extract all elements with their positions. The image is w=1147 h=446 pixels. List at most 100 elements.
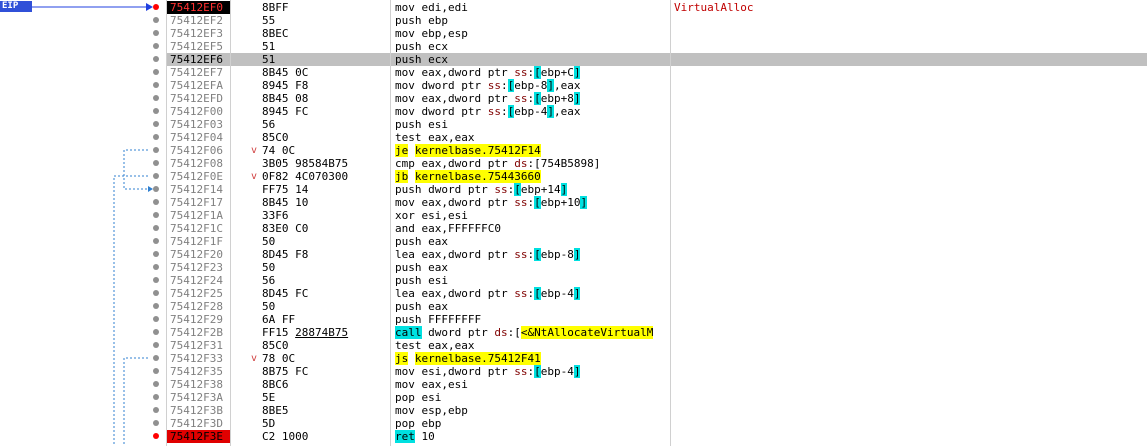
- instruction-row[interactable]: 75412F1F 50 push eax: [0, 235, 1147, 248]
- instruction-row[interactable]: 75412EFA 8945 F8 mov dword ptr ss:[ebp-8],…: [0, 79, 1147, 92]
- breakpoint-slot-icon[interactable]: [153, 251, 159, 257]
- instruction-bytes: 85C0: [262, 131, 289, 144]
- instruction-row[interactable]: 75412F08 3B05 98584B75 cmp eax,dword ptr d…: [0, 157, 1147, 170]
- instruction-text: push FFFFFFFF: [395, 313, 482, 326]
- instruction-text: mov esp,ebp: [395, 404, 468, 417]
- instruction-row[interactable]: 75412F28 50 push eax: [0, 300, 1147, 313]
- breakpoint-slot-icon[interactable]: [153, 134, 159, 140]
- breakpoint-slot-icon[interactable]: [153, 264, 159, 270]
- instruction-address: 75412F3D: [170, 417, 223, 430]
- instruction-text: ret 10: [395, 430, 435, 443]
- disassembly-view[interactable]: EIP 75412EF0 8BFF mov edi,edi 75412EF2 55 pus…: [0, 0, 1147, 446]
- breakpoint-slot-icon[interactable]: [153, 108, 159, 114]
- instruction-bytes: 55: [262, 14, 276, 27]
- breakpoint-slot-icon[interactable]: [153, 407, 159, 413]
- breakpoint-slot-icon[interactable]: [153, 186, 159, 192]
- instruction-row[interactable]: 75412F24 56 push esi: [0, 274, 1147, 287]
- instruction-row[interactable]: 75412F14 FF75 14 push dword ptr ss:[ebp+14…: [0, 183, 1147, 196]
- instruction-row[interactable]: 75412F31 85C0 test eax,eax: [0, 339, 1147, 352]
- instruction-row[interactable]: 75412F1C 83E0 C0 and eax,FFFFFFC0: [0, 222, 1147, 235]
- instruction-address: 75412EF0: [167, 1, 230, 14]
- breakpoint-slot-icon[interactable]: [153, 82, 159, 88]
- breakpoint-icon[interactable]: [153, 433, 159, 439]
- instruction-address: 75412F35: [170, 365, 223, 378]
- instruction-text: mov ebp,esp: [395, 27, 468, 40]
- breakpoint-slot-icon[interactable]: [153, 212, 159, 218]
- breakpoint-slot-icon[interactable]: [153, 420, 159, 426]
- instruction-row[interactable]: 75412F35 8B75 FC mov esi,dword ptr ss:[ebp…: [0, 365, 1147, 378]
- instruction-row[interactable]: 75412F3A 5E pop esi: [0, 391, 1147, 404]
- instruction-row[interactable]: 75412F06 v 74 0C je kernelbase.75412F14: [0, 144, 1147, 157]
- breakpoint-slot-icon[interactable]: [153, 225, 159, 231]
- instruction-row[interactable]: 75412F33 v 78 0C js kernelbase.75412F41: [0, 352, 1147, 365]
- instruction-address: 75412EF2: [170, 14, 223, 27]
- instruction-row[interactable]: 75412EF5 51 push ecx: [0, 40, 1147, 53]
- instruction-row[interactable]: 75412EF3 8BEC mov ebp,esp: [0, 27, 1147, 40]
- instruction-row[interactable]: 75412F00 8945 FC mov dword ptr ss:[ebp-4],…: [0, 105, 1147, 118]
- instruction-row[interactable]: 75412EFD 8B45 08 mov eax,dword ptr ss:[ebp…: [0, 92, 1147, 105]
- instruction-bytes: 56: [262, 274, 276, 287]
- instruction-row[interactable]: 75412F3D 5D pop ebp: [0, 417, 1147, 430]
- breakpoint-slot-icon[interactable]: [153, 160, 159, 166]
- instruction-row[interactable]: 75412F25 8D45 FC lea eax,dword ptr ss:[ebp…: [0, 287, 1147, 300]
- breakpoint-slot-icon[interactable]: [153, 199, 159, 205]
- instruction-row[interactable]: 75412F29 6A FF push FFFFFFFF: [0, 313, 1147, 326]
- instruction-row[interactable]: 75412F3B 8BE5 mov esp,ebp: [0, 404, 1147, 417]
- instruction-text: and eax,FFFFFFC0: [395, 222, 501, 235]
- breakpoint-slot-icon[interactable]: [153, 303, 159, 309]
- instruction-bytes: FF15 28874B75: [262, 326, 349, 339]
- instruction-text: mov dword ptr ss:[ebp-4],eax: [395, 105, 581, 118]
- instruction-text: cmp eax,dword ptr ds:[754B5898]: [395, 157, 601, 170]
- instruction-text: mov edi,edi: [395, 1, 468, 14]
- breakpoint-icon[interactable]: [153, 4, 159, 10]
- breakpoint-slot-icon[interactable]: [153, 147, 159, 153]
- instruction-bytes: 0F82 4C070300: [262, 170, 349, 183]
- breakpoint-slot-icon[interactable]: [153, 121, 159, 127]
- instruction-row[interactable]: 75412F1A 33F6 xor esi,esi: [0, 209, 1147, 222]
- instruction-address: 75412F20: [170, 248, 223, 261]
- breakpoint-slot-icon[interactable]: [153, 329, 159, 335]
- breakpoint-slot-icon[interactable]: [153, 355, 159, 361]
- instruction-text: push ecx: [395, 40, 448, 53]
- instruction-row[interactable]: 75412F04 85C0 test eax,eax: [0, 131, 1147, 144]
- instruction-row[interactable]: 75412F38 8BC6 mov eax,esi: [0, 378, 1147, 391]
- instruction-address: 75412F00: [170, 105, 223, 118]
- breakpoint-slot-icon[interactable]: [153, 342, 159, 348]
- breakpoint-slot-icon[interactable]: [153, 17, 159, 23]
- instruction-text: push esi: [395, 274, 448, 287]
- instruction-address: 75412F17: [170, 196, 223, 209]
- instruction-text: push ebp: [395, 14, 448, 27]
- instruction-address: 75412EF3: [170, 27, 223, 40]
- instruction-row[interactable]: 75412F3E C2 1000 ret 10: [0, 430, 1147, 443]
- instruction-text: je kernelbase.75412F14: [395, 144, 541, 157]
- instruction-row[interactable]: 75412EF0 8BFF mov edi,edi: [0, 1, 1147, 14]
- breakpoint-slot-icon[interactable]: [153, 394, 159, 400]
- breakpoint-slot-icon[interactable]: [153, 316, 159, 322]
- breakpoint-slot-icon[interactable]: [153, 69, 159, 75]
- breakpoint-slot-icon[interactable]: [153, 238, 159, 244]
- instruction-bytes: 8B75 FC: [262, 365, 309, 378]
- instruction-row[interactable]: 75412EF2 55 push ebp: [0, 14, 1147, 27]
- instruction-row[interactable]: 75412F20 8D45 F8 lea eax,dword ptr ss:[ebp…: [0, 248, 1147, 261]
- breakpoint-slot-icon[interactable]: [153, 368, 159, 374]
- instruction-row[interactable]: 75412F0E v 0F82 4C070300 jb kernelbase.7544…: [0, 170, 1147, 183]
- breakpoint-slot-icon[interactable]: [153, 290, 159, 296]
- breakpoint-slot-icon[interactable]: [153, 56, 159, 62]
- breakpoint-slot-icon[interactable]: [153, 173, 159, 179]
- breakpoint-slot-icon[interactable]: [153, 277, 159, 283]
- instruction-row[interactable]: 75412F23 50 push eax: [0, 261, 1147, 274]
- instruction-row[interactable]: 75412F03 56 push esi: [0, 118, 1147, 131]
- instruction-row[interactable]: 75412F17 8B45 10 mov eax,dword ptr ss:[ebp…: [0, 196, 1147, 209]
- instruction-bytes: 8BFF: [262, 1, 289, 14]
- breakpoint-slot-icon[interactable]: [153, 381, 159, 387]
- instruction-row[interactable]: 75412F2B FF15 28874B75 call dword ptr ds:[…: [0, 326, 1147, 339]
- breakpoint-slot-icon[interactable]: [153, 43, 159, 49]
- instruction-address: 75412F3E: [167, 430, 230, 443]
- instruction-row[interactable]: 75412EF6 51 push ecx: [0, 53, 1147, 66]
- instruction-row[interactable]: 75412EF7 8B45 0C mov eax,dword ptr ss:[ebp…: [0, 66, 1147, 79]
- instruction-text: mov eax,dword ptr ss:[ebp+8]: [395, 92, 581, 105]
- instruction-bytes: 56: [262, 118, 276, 131]
- breakpoint-slot-icon[interactable]: [153, 95, 159, 101]
- breakpoint-slot-icon[interactable]: [153, 30, 159, 36]
- instruction-text: test eax,eax: [395, 339, 475, 352]
